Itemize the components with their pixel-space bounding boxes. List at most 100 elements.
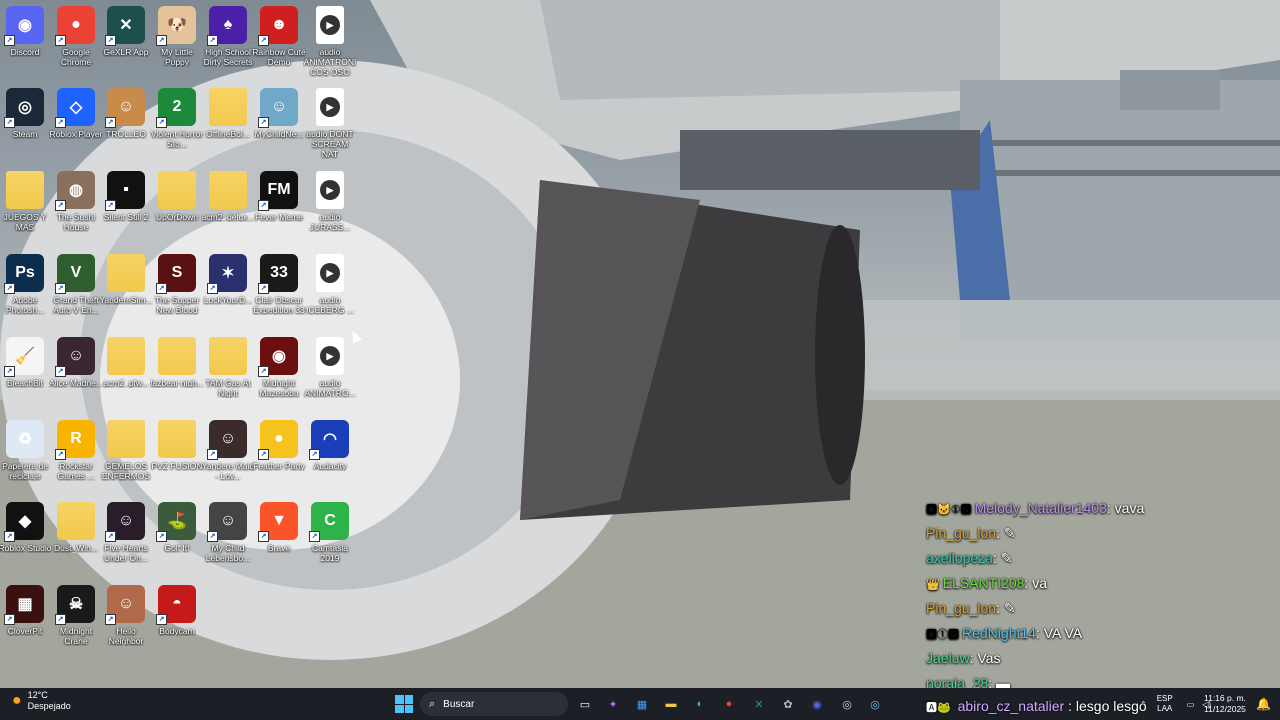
- desktop-icon-21[interactable]: Ps ↗ Adobe Photosh...: [0, 254, 50, 334]
- shortcut-arrow-icon: ↗: [156, 531, 167, 542]
- shortcut-arrow-icon: ↗: [4, 35, 15, 46]
- desktop-icon-1[interactable]: ● ↗ Google Chrome: [51, 6, 101, 86]
- desktop-icon-47[interactable]: ▼ ↗ Brave: [254, 502, 304, 582]
- language-indicator[interactable]: ESP LAA: [1157, 694, 1173, 714]
- desktop-icon-34[interactable]: ▶ audio ANIMATRO...: [304, 337, 356, 417]
- notification-bell-icon[interactable]: 🔔: [1256, 697, 1271, 711]
- desktop-icon-46[interactable]: ☺ ↗ My Child Lebensbo...: [203, 502, 253, 582]
- obs-icon[interactable]: ◎: [838, 695, 856, 713]
- steam-icon: ◎ ↗: [4, 88, 44, 128]
- start-button[interactable]: [395, 695, 413, 713]
- game-icon: ◍ ↗: [55, 171, 95, 211]
- brave-icon: ▼ ↗: [258, 502, 298, 542]
- desktop-icon-4[interactable]: ♠ ↗ High School Dirty Secrets: [203, 6, 253, 86]
- store-icon[interactable]: ▦: [633, 695, 651, 713]
- desktop-icon-27[interactable]: ▶ audio ICEBERG ...: [305, 254, 355, 334]
- steam-icon[interactable]: ◎: [866, 695, 884, 713]
- chat-message-text: : lesgo lesgo: [1068, 698, 1147, 714]
- desktop-icon-0[interactable]: ◉ ↗ Discord: [0, 6, 50, 86]
- desktop-icon-26[interactable]: 33 ↗ Clair Obscur Expedition 33: [253, 254, 305, 334]
- desktop-icon-32[interactable]: TAM Gas At Night: [203, 337, 253, 417]
- shortcut-arrow-icon: ↗: [156, 283, 167, 294]
- desktop-icon-25[interactable]: ✶ ↗ LockYourD...: [203, 254, 253, 334]
- desktop-icon-12[interactable]: ☺ ↗ MyChildNe...: [254, 88, 304, 168]
- desktop-icon-15[interactable]: ◍ ↗ The Sushi House: [51, 171, 101, 251]
- desktop-icon-51[interactable]: ☺ ↗ Hello Neighbor: [101, 585, 151, 665]
- desktop-icon-20[interactable]: ▶ audio JURASS...: [305, 171, 355, 251]
- shortcut-arrow-icon: ↗: [4, 117, 15, 128]
- copilot-icon[interactable]: ✦: [604, 695, 622, 713]
- desktop-icon-42[interactable]: ◆ ↗ Roblox Studio: [0, 502, 51, 582]
- desktop-icon-label: audio ICEBERG ...: [306, 295, 354, 315]
- desktop-icon-43[interactable]: Dust_Win...: [51, 502, 101, 582]
- chrome-icon[interactable]: ●: [720, 695, 738, 713]
- taskbar-search-box[interactable]: ⌕ Buscar: [420, 692, 568, 716]
- desktop-icon-16[interactable]: ▪ ↗ Silent Still 2: [101, 171, 151, 251]
- shortcut-arrow-icon: ↗: [55, 614, 66, 625]
- desktop-icon-36[interactable]: R ↗ Rockstar Games ...: [51, 420, 101, 500]
- desktop-icon-14[interactable]: JUEGOS Y MAS: [0, 171, 50, 251]
- desktop-icon-label: Brave: [267, 543, 291, 553]
- desktop-icon-label: My Little Puppy: [161, 47, 193, 67]
- weather-temperature: 12°C: [27, 690, 48, 700]
- desktop-icon-9[interactable]: ☺ ↗ TROLLEO: [101, 88, 151, 168]
- desktop-icon-29[interactable]: ☺ ↗ Alice Madne...: [49, 337, 103, 417]
- desktop-icon-30[interactable]: acm2_pfw...: [101, 337, 151, 417]
- folder-icon: [57, 502, 95, 540]
- desktop-icon-5[interactable]: ☻ ↗ Rainbow Cute Demo: [252, 6, 306, 86]
- settings-icon[interactable]: ✿: [779, 695, 797, 713]
- desktop-icon-label: TAM Gas At Night: [205, 378, 251, 398]
- taskbar-clock[interactable]: 11:16 p. m. 11/12/2025: [1204, 693, 1246, 715]
- roblox-icon: ◇ ↗: [55, 88, 95, 128]
- desktop-icon-23[interactable]: YandereSim...: [99, 254, 153, 334]
- desktop-icon-48[interactable]: C ↗ Camtasia 2019: [305, 502, 355, 582]
- desktop-icon-33[interactable]: ◉ ↗ Midnight Mazesoba: [254, 337, 304, 417]
- icon-glyph: ▼: [271, 512, 287, 529]
- shortcut-arrow-icon: ↗: [156, 614, 167, 625]
- desktop-icon-44[interactable]: ☺ ↗ Five Hearts Under On...: [101, 502, 151, 582]
- desktop-icon-17[interactable]: UpOrDown: [152, 171, 202, 251]
- desktop-icon-37[interactable]: GEMELOS ENFERMOS: [101, 420, 151, 500]
- discord-icon[interactable]: ◉: [808, 695, 826, 713]
- desktop-icon-10[interactable]: 2 ↗ Violent Horror Sto...: [151, 88, 203, 168]
- desktop-icon-3[interactable]: 🐶 ↗ My Little Puppy: [152, 6, 202, 86]
- desktop-icon-label: Dust_Win...: [54, 543, 98, 553]
- desktop-icon-8[interactable]: ◇ ↗ Roblox Player: [50, 88, 102, 168]
- desktop-icon-24[interactable]: S ↗ The Supper New Blood: [152, 254, 202, 334]
- desktop-icon-35[interactable]: ♻ Papelera de reciclaje: [0, 420, 50, 500]
- shortcut-arrow-icon: ↗: [207, 35, 218, 46]
- discord-icon: ◉ ↗: [4, 6, 44, 46]
- desktop-icon-45[interactable]: ⛳ ↗ Golf It!: [152, 502, 202, 582]
- network-icon[interactable]: ▭: [1187, 700, 1195, 709]
- desktop-icon-13[interactable]: ▶ audio DONT SCREAM NAT: [305, 88, 355, 168]
- app-icon[interactable]: ✕: [750, 695, 768, 713]
- desktop-icon-6[interactable]: ▶ audio ANIMATRONICOS OSO NAT LARGO: [304, 6, 356, 86]
- desktop-icon-18[interactable]: acm2_delux...: [202, 171, 254, 251]
- desktop-icon-41[interactable]: ◠ ↗ Audacity: [305, 420, 355, 500]
- desktop-icon-19[interactable]: FM ↗ Fever Meme: [254, 171, 304, 251]
- file-explorer-icon[interactable]: ▬: [662, 695, 680, 713]
- desktop-icon-2[interactable]: ✕ ↗ GeXLR App: [101, 6, 151, 86]
- desktop-icon-7[interactable]: ◎ ↗ Steam: [0, 88, 50, 168]
- desktop-icon-22[interactable]: V ↗ Grand Theft Auto V En...: [51, 254, 101, 334]
- edge-icon[interactable]: ◐: [691, 695, 709, 713]
- desktop-icon-label: Yandere Maid - Lov...: [201, 461, 255, 481]
- game-icon: ✶ ↗: [207, 254, 247, 294]
- desktop-icon-52[interactable]: ◓ ↗ Bodycam: [152, 585, 202, 665]
- desktop-icon-11[interactable]: OfflineBol...: [203, 88, 253, 168]
- task-view-icon[interactable]: ▭: [576, 695, 594, 713]
- weather-widget[interactable]: ● 12°C Despejado: [12, 690, 71, 712]
- shortcut-arrow-icon: ↗: [4, 531, 15, 542]
- desktop-icon-40[interactable]: ● ↗ Feather Party: [253, 420, 305, 500]
- desktop-icon-28[interactable]: 🧹 ↗ BleachBit: [0, 337, 50, 417]
- desktop-icon-label: Rockstar Games ...: [57, 461, 95, 481]
- desktop-icon-38[interactable]: PVZ FUSION: [151, 420, 203, 500]
- desktop-icon-label: Clair Obscur Expedition 33: [253, 295, 305, 315]
- icon-glyph: FM: [267, 181, 291, 198]
- desktop-icon-50[interactable]: ☠ ↗ Midnight Crane: [51, 585, 101, 665]
- icon-glyph: 🐶: [167, 17, 187, 34]
- desktop-icon-31[interactable]: fazbear nigh...: [150, 337, 204, 417]
- shortcut-arrow-icon: ↗: [55, 117, 66, 128]
- desktop-icon-39[interactable]: ☺ ↗ Yandere Maid - Lov...: [201, 420, 255, 500]
- desktop-icon-49[interactable]: ▦ ↗ CloverPit: [0, 585, 50, 665]
